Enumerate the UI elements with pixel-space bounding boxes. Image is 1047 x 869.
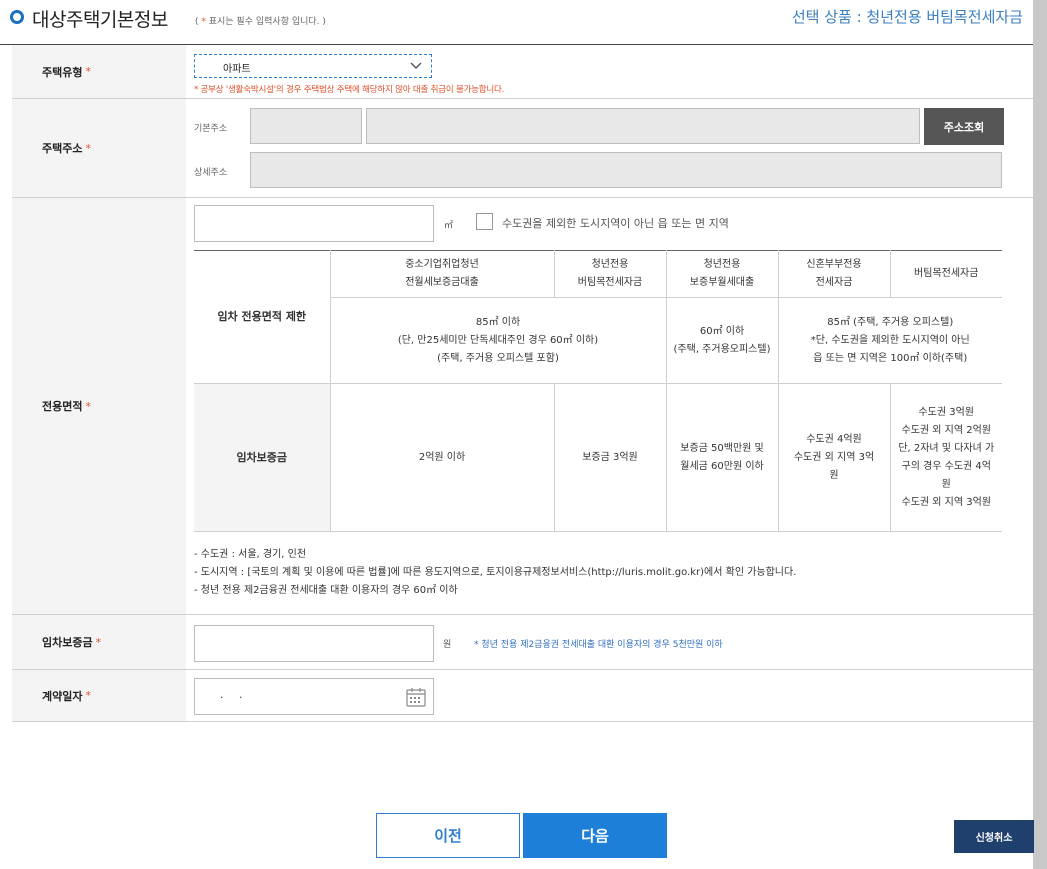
detail-address-field[interactable] [250,152,1002,188]
housing-type-label: 주택유형 [42,65,83,79]
note-item: - 청년 전용 제2금융권 전세대출 대환 이용자의 경우 60㎡ 이하 [194,585,458,596]
table-cell: 85㎡ 이하 (단, 만25세미만 단독세대주인 경우 60㎡ 이하) (주택,… [329,297,667,384]
selected-product: 선택 상품 : 청년전용 버팀목전세자금 [791,8,1023,26]
required-mark: * [85,399,91,413]
table-cell: 보증금 50백만원 및 월세금 60만원 이하 [665,383,779,532]
required-note: ( * 표시는 필수 입력사항 입니다. ) [195,17,326,27]
table-header-row: 임차 전용면적 제한 중소기업취업청년 전월세보증금대출 청년전용 버팀목전세자… [194,250,1002,384]
area-input[interactable] [194,205,434,242]
housing-type-label-cell: 주택유형 * [12,45,186,98]
table-cell-text: 60㎡ 이하 (주택, 주거용오피스텔) [673,325,771,355]
area-limit-row-header: 임차 전용면적 제한 [194,250,331,384]
required-mark: * [85,141,91,155]
area-limit-table: 임차 전용면적 제한 중소기업취업청년 전월세보증금대출 청년전용 버팀목전세자… [194,250,1002,532]
table-cell-text: 보증금 3억원 [582,451,638,463]
area-label: 전용면적 [42,400,83,413]
row-contract-date: 계약일자 * [12,670,1033,722]
table-header: 신혼부부전용 전세자금 [777,250,891,298]
table-header: 청년전용 보증부월세대출 [665,250,779,298]
area-unit: ㎡ [444,221,454,231]
non-urban-checkbox-label: 수도권을 제외한 도시지역이 아닌 읍 또는 면 지역 [502,217,729,230]
table-header-text: 청년전용 보증부월세대출 [689,259,755,288]
deposit-note: * 청년 전용 제2금융권 전세대출 대환 이용자의 경우 5천만원 이하 [474,640,723,650]
deposit-input[interactable] [194,625,434,662]
table-cell: 수도권 3억원 수도권 외 지역 2억원 단, 2자녀 및 다자녀 가 구의 경… [889,383,1002,532]
table-cell: 보증금 3억원 [553,383,667,532]
basic-address-label: 기본주소 [194,124,228,134]
address-search-button[interactable]: 주소조회 [924,108,1004,145]
deposit-unit: 원 [443,640,452,650]
basic-address-field[interactable] [366,108,920,144]
table-header-text: 중소기업취업청년 전월세보증금대출 [405,259,479,288]
housing-type-warning: * 공부상 '생활숙박시설'의 경우 주택법상 주택에 해당하지 않아 대출 취… [194,85,505,95]
table-header: 중소기업취업청년 전월세보증금대출 [329,250,555,298]
table-header: 청년전용 버팀목전세자금 [553,250,667,298]
area-notes: - 수도권 : 서울, 경기, 인천 - 도시지역 : [국토의 계획 및 이용… [194,546,796,600]
address-label-cell: 주택주소 * [12,99,186,197]
area-label-cell: 전용면적 * [12,198,186,614]
table-header: 버팀목전세자금 [889,250,1002,298]
table-cell-text: 2억원 이하 [418,451,466,463]
note-item: - 도시지역 : [국토의 계획 및 이용에 따른 법률]에 따른 용도지역으로… [194,567,797,578]
cancel-application-button[interactable]: 신청취소 [954,820,1034,853]
section-header: 대상주택기본정보 ( * 표시는 필수 입력사항 입니다. ) 선택 상품 : … [0,0,1033,45]
chevron-down-icon [410,62,422,69]
table-cell: 수도권 4억원 수도권 외 지역 3억 원 [777,383,891,532]
contract-date-label: 계약일자 [42,689,83,703]
form-panel: 대상주택기본정보 ( * 표시는 필수 입력사항 입니다. ) 선택 상품 : … [0,0,1033,869]
table-row: 임차보증금 2억원 이하 보증금 3억원 보증금 50백만원 및 월세금 60만… [194,383,1002,532]
table-cell: 2억원 이하 [329,383,555,532]
table-cell: 60㎡ 이하 (주택, 주거용오피스텔) [665,297,779,384]
address-label: 주택주소 [42,142,83,155]
deposit-label-cell: 임차보증금 * [12,615,186,669]
row-housing-type: 주택유형 * [12,45,1033,99]
housing-type-value: 아파트 [223,64,251,75]
calendar-icon[interactable] [405,686,427,708]
detail-address-label: 상세주소 [194,168,228,178]
next-button[interactable]: 다음 [523,813,667,858]
table-header-text: 신혼부부전용 전세자금 [806,259,862,288]
section-title: 대상주택기본정보 [32,9,168,31]
bullet-ring-icon [10,10,24,24]
postal-code-field[interactable] [250,108,362,144]
required-mark: * [85,65,91,78]
required-mark: * [95,635,102,649]
deposit-label: 임차보증금 [42,636,93,649]
note-item: - 수도권 : 서울, 경기, 인천 [194,549,307,560]
non-urban-checkbox[interactable] [476,213,493,230]
prev-button[interactable]: 이전 [376,813,520,858]
required-note-text: 표시는 필수 입력사항 입니다. [205,17,320,27]
table-cell-text: 85㎡ 이하 (단, 만25세미만 단독세대주인 경우 60㎡ 이하) (주택,… [397,316,599,364]
table-cell-text: 수도권 3억원 수도권 외 지역 2억원 단, 2자녀 및 다자녀 가 구의 경… [898,406,995,508]
housing-type-select[interactable]: 아파트 [194,54,432,78]
table-cell-text: 보증금 50백만원 및 월세금 60만원 이하 [680,442,764,472]
table-cell-text: 수도권 4억원 수도권 외 지역 3억 원 [793,433,875,481]
table-header-text: 버팀목전세자금 [914,268,979,279]
table-cell-text: 85㎡ (주택, 주거용 오피스텔) *단, 수도권을 제외한 도시지역이 아닌… [810,316,970,364]
contract-date-label-cell: 계약일자 * [12,670,186,721]
deposit-row-header: 임차보증금 [194,383,331,532]
table-cell: 85㎡ (주택, 주거용 오피스텔) *단, 수도권을 제외한 도시지역이 아닌… [777,297,1002,384]
table-header-text: 청년전용 버팀목전세자금 [577,259,643,288]
required-mark: * [85,689,91,702]
contract-date-value: . . [220,688,249,701]
